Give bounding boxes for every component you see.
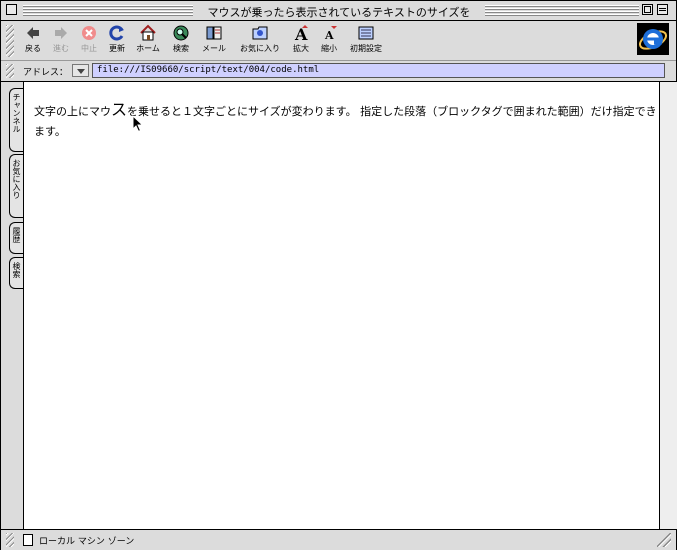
mail-label: メール (202, 44, 226, 53)
address-bar-grip[interactable] (6, 64, 14, 78)
address-history-dropdown[interactable] (72, 64, 89, 77)
title-stripes-right (485, 5, 639, 16)
refresh-icon (109, 25, 124, 41)
favorites-button[interactable]: お気に入り (235, 24, 285, 54)
window-title: マウスが乗ったら表示されているテキストのサイズを (193, 4, 485, 20)
text-larger-label: 拡大 (293, 44, 309, 53)
tab-channels-label: チャンネル (12, 93, 21, 133)
paragraph-text-after: を乗せると１文字ごとにサイズが変わります。 指定した段落（ブロックタグで囲まれた… (34, 105, 657, 138)
svg-text:A: A (324, 29, 334, 42)
search-label: 検索 (173, 44, 189, 53)
ie-logo (637, 23, 669, 55)
collapse-box[interactable] (657, 4, 668, 15)
toolbar: 戻る 進む 中止 更新 ホーム 検索 メール お気に入り A 拡大 A 縮小 初… (1, 21, 676, 61)
home-icon (140, 24, 156, 41)
refresh-button[interactable]: 更新 (106, 24, 128, 54)
title-stripes-left (23, 5, 193, 16)
text-smaller-icon: A (324, 26, 337, 42)
back-label: 戻る (25, 44, 41, 53)
address-bar: アドレス： file:///IS09660/script/text/004/co… (1, 61, 676, 82)
preferences-label: 初期設定 (350, 44, 382, 53)
text-smaller-button[interactable]: A 縮小 (318, 24, 340, 54)
mail-icon (206, 26, 222, 40)
back-button[interactable]: 戻る (22, 24, 44, 54)
ie-logo-icon (638, 29, 668, 50)
stop-button[interactable]: 中止 (78, 24, 100, 54)
favorites-icon (252, 26, 268, 40)
explorer-bar-tabs: チャンネル お気に入り 履歴 検索 (1, 82, 24, 529)
refresh-label: 更新 (109, 44, 125, 53)
text-larger-icon: A (294, 25, 308, 42)
address-input[interactable]: file:///IS09660/script/text/004/code.htm… (92, 63, 665, 78)
favorites-label: お気に入り (240, 44, 280, 53)
tab-history[interactable]: 履歴 (9, 222, 23, 254)
stop-icon (82, 26, 96, 40)
toolbar-grip[interactable] (6, 25, 14, 57)
search-icon (173, 25, 189, 41)
tab-favorites-label: お気に入り (12, 159, 21, 199)
tab-history-label: 履歴 (12, 227, 21, 243)
status-bar: ローカル マシン ゾーン (1, 529, 676, 550)
vertical-scrollbar[interactable] (659, 82, 677, 529)
mail-button[interactable]: メール (200, 24, 228, 54)
stop-label: 中止 (81, 44, 97, 53)
preferences-button[interactable]: 初期設定 (346, 24, 386, 54)
text-smaller-label: 縮小 (321, 44, 337, 53)
forward-label: 進む (53, 44, 69, 53)
tab-channels[interactable]: チャンネル (9, 88, 23, 152)
security-zone-text: ローカル マシン ゾーン (39, 537, 135, 547)
status-bar-grip (6, 533, 14, 547)
close-box[interactable] (6, 4, 17, 15)
address-label: アドレス： (23, 68, 69, 78)
home-label: ホーム (136, 44, 160, 53)
back-arrow-icon (27, 27, 39, 39)
home-button[interactable]: ホーム (134, 24, 162, 54)
title-bar[interactable]: マウスが乗ったら表示されているテキストのサイズを (1, 1, 676, 21)
tab-search-label: 検索 (12, 262, 21, 278)
forward-button[interactable]: 進む (50, 24, 72, 54)
mouse-pointer-icon (132, 115, 144, 133)
paragraph-text-before: 文字の上にマウ (34, 105, 111, 118)
zone-icon (23, 534, 33, 546)
resize-handle[interactable] (657, 533, 671, 547)
tab-search[interactable]: 検索 (9, 257, 23, 289)
search-button[interactable]: 検索 (170, 24, 192, 54)
zoom-box[interactable] (642, 4, 653, 15)
page-content: 文字の上にマウスを乗せると１文字ごとにサイズが変わります。 指定した段落（ブロッ… (24, 82, 659, 529)
content-paragraph[interactable]: 文字の上にマウスを乗せると１文字ごとにサイズが変わります。 指定した段落（ブロッ… (34, 100, 658, 142)
text-larger-button[interactable]: A 拡大 (290, 24, 312, 54)
browser-window: マウスが乗ったら表示されているテキストのサイズを 戻る 進む 中止 更新 ホーム (0, 0, 677, 550)
preferences-icon (358, 26, 374, 40)
enlarged-character: ス (111, 100, 128, 119)
tab-favorites[interactable]: お気に入り (9, 154, 23, 218)
forward-arrow-icon (55, 27, 67, 39)
